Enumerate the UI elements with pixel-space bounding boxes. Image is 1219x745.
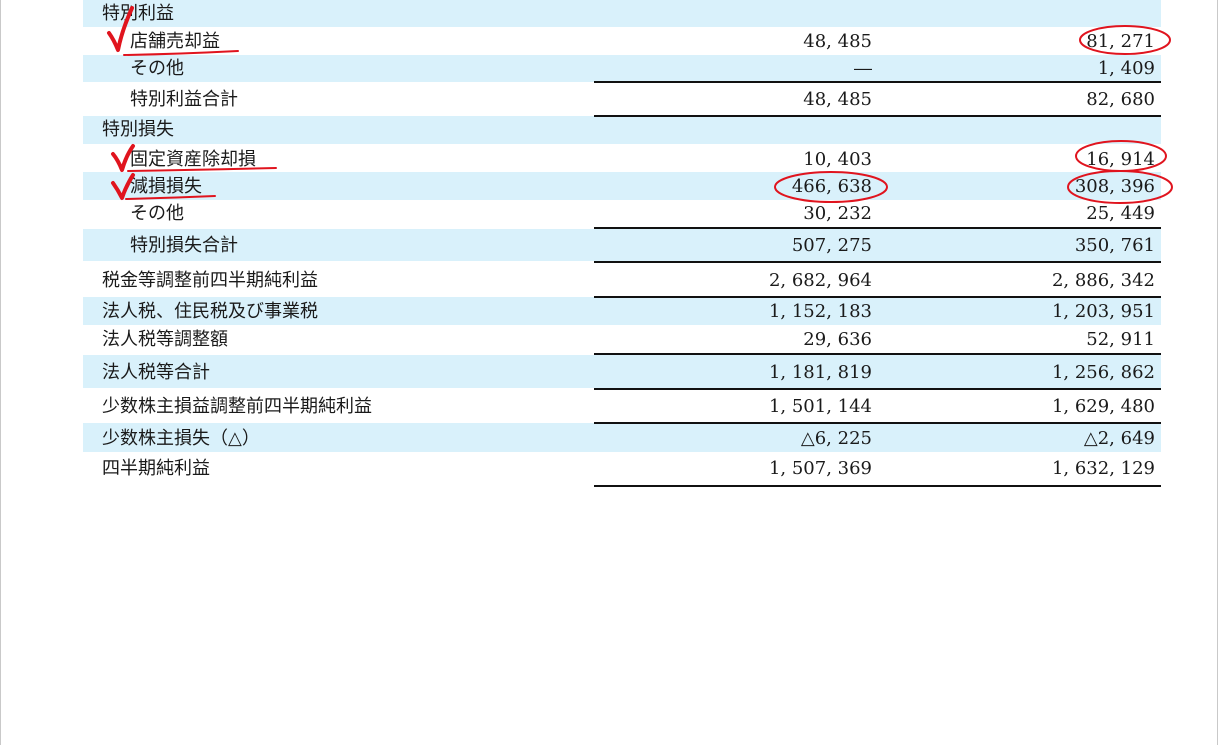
row-quarterly-net-income: 四半期純利益 1, 507, 369 1, 632, 129 [83, 452, 1161, 484]
prior-period-value: 2, 682, 964 [768, 270, 872, 291]
row-label: 法人税等合計 [102, 362, 210, 383]
current-period-value: 1, 409 [1097, 58, 1155, 79]
subtotal-rule [594, 353, 1161, 355]
page-border-right [1217, 0, 1218, 745]
prior-period-value: 1, 152, 183 [768, 301, 872, 322]
row-label: 少数株主損失（△） [102, 428, 260, 449]
current-period-value: 82, 680 [1086, 89, 1155, 110]
row-label: 特別利益 [102, 3, 174, 24]
current-period-value: 2, 886, 342 [1051, 270, 1155, 291]
row-other-loss: その他 30, 232 25, 449 [83, 200, 1161, 228]
total-rule [594, 388, 1161, 390]
row-income-taxes-current: 法人税、住民税及び事業税 1, 152, 183 1, 203, 951 [83, 297, 1161, 325]
prior-period-value: 48, 485 [803, 89, 872, 110]
subtotal-rule [594, 227, 1161, 229]
row-label: 特別利益合計 [130, 89, 238, 110]
prior-period-value: 48, 485 [803, 31, 872, 52]
row-extraordinary-income-total: 特別利益合計 48, 485 82, 680 [83, 84, 1161, 116]
current-period-value: 16, 914 [1086, 149, 1155, 170]
row-label: その他 [130, 203, 184, 224]
prior-period-value: 10, 403 [803, 149, 872, 170]
row-fixed-asset-disposal-loss: 固定資産除却損 10, 403 16, 914 [83, 144, 1161, 172]
current-period-value: 25, 449 [1086, 203, 1155, 224]
row-label: 店舗売却益 [130, 31, 220, 52]
current-period-value: △2, 649 [1083, 428, 1155, 449]
row-label: 法人税、住民税及び事業税 [102, 301, 318, 322]
total-rule [594, 115, 1161, 117]
total-rule [594, 261, 1161, 263]
prior-period-value: 29, 636 [803, 329, 872, 350]
row-label: 税金等調整前四半期純利益 [102, 270, 318, 291]
row-extraordinary-loss-header: 特別損失 [83, 116, 1161, 144]
row-income-taxes-deferred: 法人税等調整額 29, 636 52, 911 [83, 325, 1161, 353]
row-label: 減損損失 [130, 176, 202, 197]
final-rule [594, 485, 1161, 487]
row-label: 法人税等調整額 [102, 329, 228, 350]
row-label: 特別損失 [102, 119, 174, 140]
row-extraordinary-loss-total: 特別損失合計 507, 275 350, 761 [83, 229, 1161, 261]
row-income-taxes-total: 法人税等合計 1, 181, 819 1, 256, 862 [83, 355, 1161, 388]
row-other-income: その他 ― 1, 409 [83, 55, 1161, 82]
current-period-value: 350, 761 [1074, 235, 1155, 256]
current-period-value: 1, 632, 129 [1051, 458, 1155, 479]
row-label: 固定資産除却損 [130, 149, 256, 170]
row-income-before-minority-interests: 少数株主損益調整前四半期純利益 1, 501, 144 1, 629, 480 [83, 390, 1161, 422]
row-label: 四半期純利益 [102, 458, 210, 479]
total-rule [594, 296, 1161, 298]
row-label: 少数株主損益調整前四半期純利益 [102, 396, 372, 417]
prior-period-value: 466, 638 [791, 176, 872, 197]
subtotal-rule [594, 81, 1161, 83]
prior-period-value: 30, 232 [803, 203, 872, 224]
row-label: その他 [130, 58, 184, 79]
current-period-value: 1, 203, 951 [1051, 301, 1155, 322]
prior-period-value: 1, 501, 144 [768, 396, 872, 417]
prior-period-value: 1, 181, 819 [768, 362, 872, 383]
current-period-value: 52, 911 [1086, 329, 1155, 350]
prior-period-value: ― [854, 58, 872, 79]
current-period-value: 1, 256, 862 [1051, 362, 1155, 383]
prior-period-value: 507, 275 [791, 235, 872, 256]
total-rule [594, 422, 1161, 424]
row-label: 特別損失合計 [130, 235, 238, 256]
document-page: 特別利益 店舗売却益 48, 485 81, 271 その他 ― 1, 409 … [0, 0, 1219, 745]
prior-period-value: 1, 507, 369 [768, 458, 872, 479]
row-store-sale-gain: 店舗売却益 48, 485 81, 271 [83, 27, 1161, 55]
current-period-value: 308, 396 [1074, 176, 1155, 197]
row-income-before-taxes: 税金等調整前四半期純利益 2, 682, 964 2, 886, 342 [83, 263, 1161, 297]
current-period-value: 81, 271 [1086, 31, 1155, 52]
row-extraordinary-income-header: 特別利益 [83, 0, 1161, 27]
current-period-value: 1, 629, 480 [1051, 396, 1155, 417]
row-impairment-loss: 減損損失 466, 638 308, 396 [83, 172, 1161, 200]
page-border-left [0, 0, 1, 745]
prior-period-value: △6, 225 [800, 428, 872, 449]
row-minority-interests-loss: 少数株主損失（△） △6, 225 △2, 649 [83, 423, 1161, 452]
